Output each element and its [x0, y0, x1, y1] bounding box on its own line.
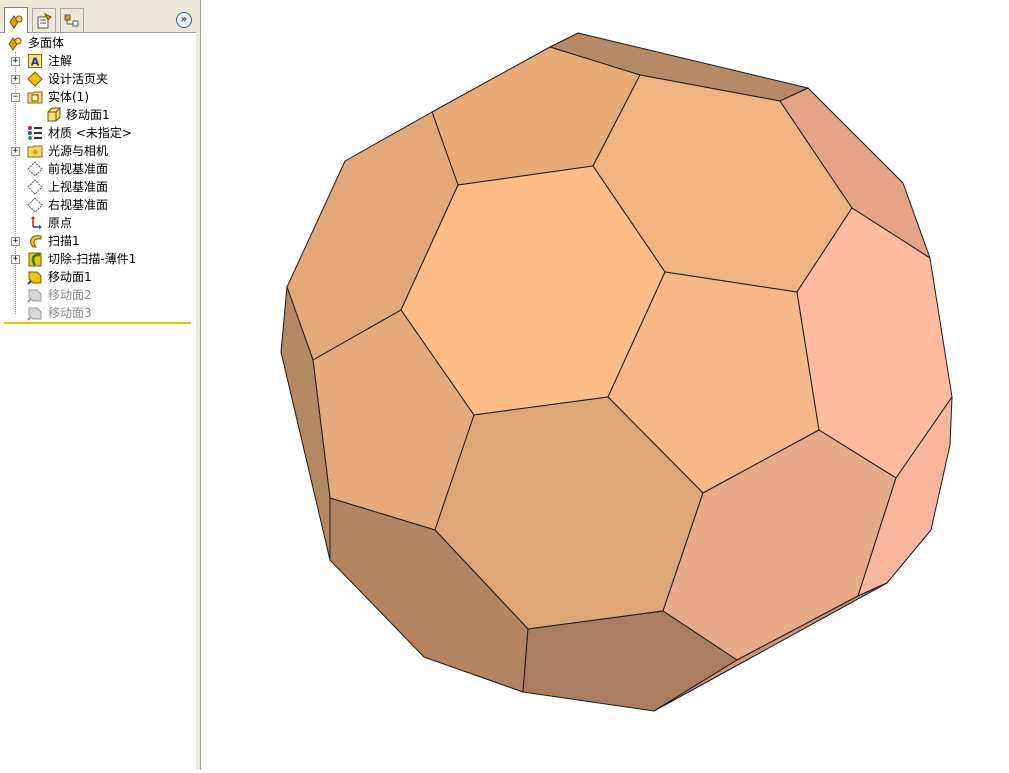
feature-manager-panel: » 多面体 + A 注解 + 设计活页夹 − 实体(1) 移动面1 材质 <未指… [0, 0, 197, 770]
tree-item-origin[interactable]: 原点 [0, 214, 194, 232]
tree-item-label: 上视基准面 [48, 180, 109, 194]
plane-icon [27, 161, 43, 177]
cut-sweep-icon [28, 252, 42, 267]
expand-plus-icon[interactable]: + [11, 237, 20, 246]
tree-item-label: 原点 [48, 216, 73, 230]
tree-item-label: 右视基准面 [48, 198, 109, 212]
feature-tree: 多面体 + A 注解 + 设计活页夹 − 实体(1) 移动面1 材质 <未指定>… [0, 34, 194, 322]
svg-text:A: A [31, 56, 40, 69]
annotation-icon: A [28, 54, 42, 69]
collapse-minus-icon[interactable]: − [11, 93, 20, 102]
graphics-area[interactable] [201, 0, 1009, 770]
tree-item-solid-bodies[interactable]: − 实体(1) [0, 88, 194, 106]
tree-item-front-plane[interactable]: 前视基准面 [0, 160, 194, 178]
origin-icon [31, 216, 42, 229]
material-icon [28, 126, 42, 140]
tree-item-label: 注解 [48, 54, 73, 68]
expand-plus-icon[interactable]: + [11, 255, 20, 264]
tree-item-label: 光源与相机 [48, 144, 109, 158]
tree-item-move-face2[interactable]: 移动面2 [0, 286, 194, 304]
tree-item-label: 多面体 [28, 36, 65, 50]
expand-plus-icon[interactable]: + [11, 147, 20, 156]
configuration-manager-tab[interactable] [60, 8, 84, 32]
tree-item-lights-cameras[interactable]: + 光源与相机 [0, 142, 194, 160]
feature-manager-icon [9, 14, 23, 29]
tree-item-sweep1[interactable]: + 扫描1 [0, 232, 194, 250]
property-manager-icon [37, 12, 52, 28]
tree-item-label: 移动面3 [48, 306, 92, 320]
plane-icon [27, 197, 43, 213]
move-face-icon [27, 271, 42, 285]
tree-item-label: 实体(1) [48, 90, 89, 104]
tree-item-label: 移动面1 [48, 270, 92, 284]
expand-plus-icon[interactable]: + [11, 57, 20, 66]
double-chevron-right-icon: » [180, 14, 188, 25]
folder-icon [27, 91, 43, 104]
sweep-icon [30, 235, 42, 248]
tree-item-annotations[interactable]: + A 注解 [0, 52, 194, 70]
plane-icon [27, 179, 43, 195]
rollback-bar[interactable] [4, 322, 191, 324]
tree-item-label: 材质 <未指定> [48, 126, 132, 140]
configuration-manager-icon [64, 14, 79, 26]
tree-item-label: 前视基准面 [48, 162, 109, 176]
panel-tab-strip: » [0, 0, 196, 33]
tree-item-move-face3[interactable]: 移动面3 [0, 304, 194, 322]
part-icon [8, 37, 22, 51]
tree-item-label: 切除-扫描-薄件1 [48, 252, 137, 266]
tree-item-label: 设计活页夹 [48, 72, 109, 86]
tree-item-right-plane[interactable]: 右视基准面 [0, 196, 194, 214]
feature-manager-tab[interactable] [4, 7, 28, 33]
expand-plus-icon[interactable]: + [11, 75, 20, 84]
expand-panel-button[interactable]: » [176, 12, 192, 28]
tree-item-material[interactable]: 材质 <未指定> [0, 124, 194, 142]
polyhedron-model[interactable] [201, 0, 1009, 770]
property-manager-tab[interactable] [32, 8, 56, 32]
design-binder-icon [27, 71, 43, 87]
move-face-suppressed-icon [27, 307, 42, 321]
move-face-suppressed-icon [27, 289, 42, 303]
tree-item-body[interactable]: 移动面1 [0, 106, 194, 124]
tree-item-label: 扫描1 [48, 234, 80, 248]
tree-item-cut-sweep-thin1[interactable]: + 切除-扫描-薄件1 [0, 250, 194, 268]
tree-item-move-face1[interactable]: 移动面1 [0, 268, 194, 286]
tree-item-label: 移动面1 [66, 108, 110, 122]
solid-body-icon [47, 107, 61, 122]
tree-item-top-plane[interactable]: 上视基准面 [0, 178, 194, 196]
lights-folder-icon [27, 145, 43, 158]
tree-item-root[interactable]: 多面体 [0, 34, 194, 52]
tree-item-design-binder[interactable]: + 设计活页夹 [0, 70, 194, 88]
tree-item-label: 移动面2 [48, 288, 92, 302]
